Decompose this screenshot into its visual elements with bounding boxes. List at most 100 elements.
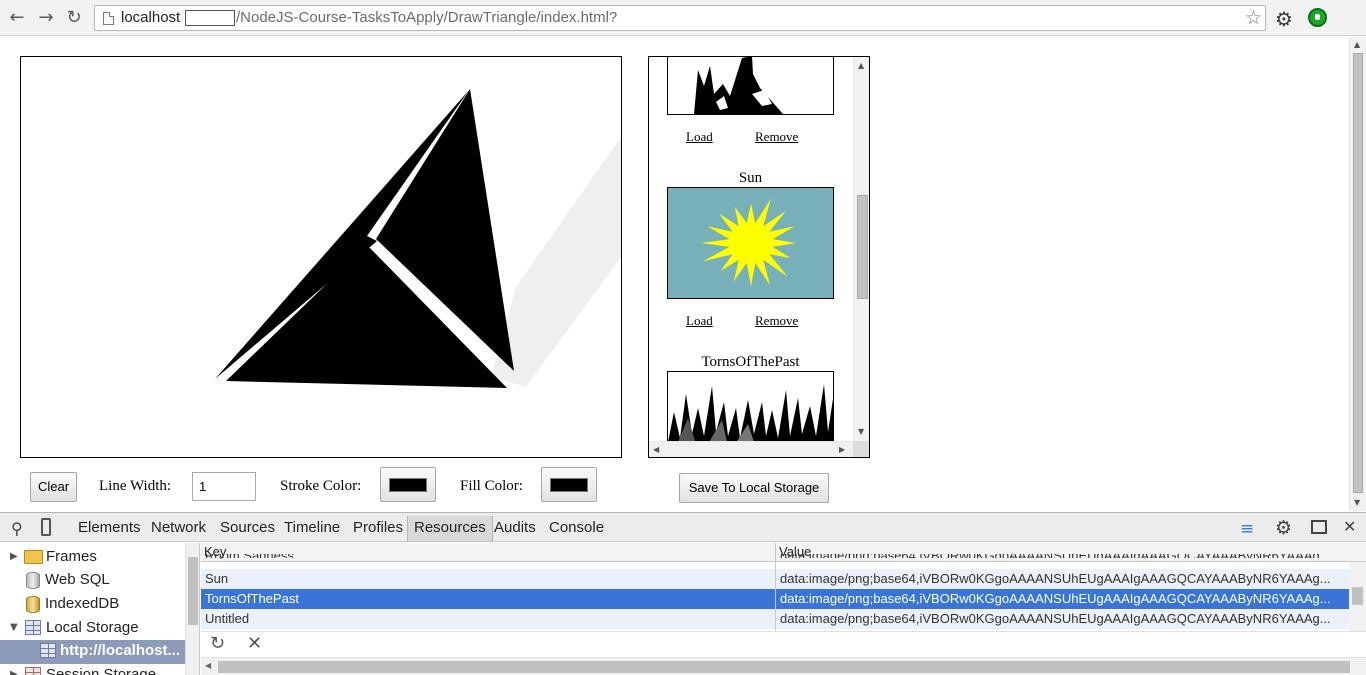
tab-network[interactable]: Network (151, 518, 206, 540)
collapse-triangle-icon[interactable]: ▼ (10, 617, 18, 639)
gallery-remove-link-sun[interactable]: Remove (755, 313, 798, 329)
sidebar-label-localhost: http://localhost... (60, 642, 180, 659)
gallery-horizontal-scrollbar[interactable]: ◀ ▶ (649, 441, 853, 457)
gallery-scroll-corner (853, 441, 869, 457)
tab-profiles[interactable]: Profiles (353, 518, 403, 540)
drawing-canvas[interactable] (20, 56, 622, 458)
tab-sources[interactable]: Sources (220, 518, 275, 540)
devtools-toolbar: ⚲ Elements Network Sources Timeline Prof… (0, 512, 1366, 542)
sidebar-label-session-storage: Session Storage (46, 666, 157, 675)
device-mode-icon[interactable] (41, 518, 51, 536)
sidebar-item-indexeddb[interactable]: IndexedDB (0, 593, 185, 616)
table-cell-key: Sun (205, 571, 229, 586)
tab-timeline[interactable]: Timeline (284, 518, 340, 540)
sidebar-label-local-storage: Local Storage (46, 619, 139, 636)
column-divider[interactable] (775, 543, 776, 631)
sidebar-item-frames[interactable]: ▶ Frames (0, 546, 185, 569)
settings-gear-icon[interactable]: ⚙ (1275, 7, 1293, 31)
close-devtools-icon[interactable]: ✕ (1343, 517, 1356, 536)
delete-icon[interactable]: ✕ (247, 633, 262, 654)
url-path: /NodeJS-Course-TasksToApply/DrawTriangle… (236, 9, 618, 26)
indexeddb-icon (26, 596, 40, 613)
expand-triangle-icon[interactable]: ▶ (10, 546, 18, 568)
local-storage-table: Key Value Room Sadness data:image/png;ba… (201, 543, 1366, 631)
sidebar-item-local-storage[interactable]: ▼ Local Storage (0, 617, 185, 640)
page-scrollbar-thumb[interactable] (1353, 53, 1363, 493)
resources-sidebar: ▶ Frames Web SQL IndexedDB ▼ Local Stora… (0, 543, 200, 675)
sidebar-item-web-sql[interactable]: Web SQL (0, 569, 185, 592)
sidebar-label-indexeddb: IndexedDB (45, 595, 120, 612)
table-cell-key: Room Sadness (205, 554, 771, 558)
url-port-redaction (185, 10, 235, 26)
gallery-scrollbar-thumb[interactable] (857, 195, 868, 299)
gallery-title-sun: Sun (738, 170, 763, 186)
line-width-label: Line Width: (99, 478, 172, 494)
reload-icon[interactable]: ↻ (64, 8, 84, 28)
stroke-color-label: Stroke Color: (280, 478, 362, 494)
table-cell-value: data:image/png;base64,iVBORw0KGgoAAAANSU… (780, 554, 1346, 558)
page-scrollbar[interactable]: ▲ ▼ (1349, 37, 1366, 511)
sidebar-label-frames: Frames (46, 548, 97, 565)
gallery-scroll-up-icon[interactable]: ▲ (858, 61, 864, 70)
gallery-vertical-scrollbar[interactable]: ▲ ▼ (853, 57, 869, 441)
extension-icon[interactable] (1308, 8, 1327, 27)
save-to-local-storage-button[interactable]: Save To Local Storage (679, 473, 829, 503)
gallery-load-link-sun[interactable]: Load (686, 313, 713, 329)
tab-console[interactable]: Console (549, 518, 604, 540)
storage-footer-toolbar: ↻ ✕ (201, 631, 1366, 657)
table-cell-value: data:image/png;base64,iVBORw0KGgoAAAANSU… (780, 591, 1331, 606)
stroke-color-picker[interactable] (380, 467, 436, 502)
gallery-scroll-down-icon[interactable]: ▼ (858, 427, 864, 436)
forward-arrow-icon[interactable]: → (36, 8, 56, 28)
table-cell-key: TornsOfThePast (205, 591, 299, 606)
tab-resources[interactable]: Resources (407, 516, 493, 541)
gallery-title-torns: TornsOfThePast (701, 354, 800, 370)
devtools-horizontal-scrollbar[interactable]: ◀ (201, 657, 1366, 675)
inspect-search-icon[interactable]: ⚲ (11, 519, 23, 538)
gallery-thumbnail-torns (667, 371, 834, 451)
fill-color-swatch (550, 478, 588, 492)
table-scrollbar[interactable] (1349, 562, 1366, 631)
gallery-scroll-left-icon[interactable]: ◀ (653, 445, 659, 454)
sun-image (668, 188, 833, 298)
back-arrow-icon[interactable]: ← (7, 8, 27, 28)
table-cell-value: data:image/png;base64,iVBORw0KGgoAAAANSU… (780, 571, 1331, 586)
console-drawer-icon[interactable]: ≡ (1240, 519, 1254, 539)
table-cell-key: Untitled (205, 611, 250, 626)
sidebar-scrollbar[interactable] (185, 543, 199, 675)
gallery-thumbnail-sun (667, 187, 834, 299)
sidebar-item-localhost-origin[interactable]: http://localhost... (0, 640, 185, 664)
dock-side-icon[interactable] (1311, 520, 1327, 534)
sidebar-item-session-storage[interactable]: ▶ Session Storage (0, 664, 185, 675)
table-scrollbar-thumb[interactable] (1352, 587, 1363, 605)
browser-toolbar: ← → ↻ localhost /NodeJS-Course-TasksToAp… (0, 0, 1366, 36)
folder-icon (24, 550, 43, 564)
tab-audits[interactable]: Audits (494, 518, 536, 540)
page-icon (103, 12, 114, 25)
refresh-icon[interactable]: ↻ (210, 633, 225, 654)
tab-elements[interactable]: Elements (78, 518, 141, 540)
devtools-settings-gear-icon[interactable]: ⚙ (1275, 517, 1292, 539)
bookmark-star-icon[interactable]: ☆ (1245, 7, 1262, 29)
hscroll-thumb[interactable] (218, 661, 1350, 673)
sidebar-scrollbar-thumb[interactable] (188, 557, 198, 625)
triangle-drawing (215, 89, 621, 388)
stroke-color-swatch (389, 478, 427, 492)
clear-button[interactable]: Clear (30, 472, 77, 502)
expand-triangle-icon[interactable]: ▶ (10, 664, 18, 675)
gallery-load-link-1[interactable]: Load (686, 129, 713, 145)
gallery-scroll-right-icon[interactable]: ▶ (839, 445, 845, 454)
gallery-panel: Load Remove Sun Load Remove TornsOfThePa… (648, 56, 870, 458)
hscroll-left-icon[interactable]: ◀ (205, 661, 211, 670)
scroll-down-arrow-icon[interactable]: ▼ (1354, 498, 1360, 507)
sidebar-label-web-sql: Web SQL (45, 571, 110, 588)
gallery-thumbnail-1 (667, 57, 834, 115)
thorns-image (668, 384, 833, 450)
storage-grid-icon (25, 620, 41, 635)
gallery-remove-link-1[interactable]: Remove (755, 129, 798, 145)
fill-color-picker[interactable] (541, 467, 597, 502)
address-bar[interactable]: localhost /NodeJS-Course-TasksToApply/Dr… (94, 5, 1266, 31)
line-width-input[interactable]: 1 (192, 472, 256, 501)
fill-color-label: Fill Color: (460, 478, 523, 494)
scroll-up-arrow-icon[interactable]: ▲ (1354, 40, 1360, 49)
